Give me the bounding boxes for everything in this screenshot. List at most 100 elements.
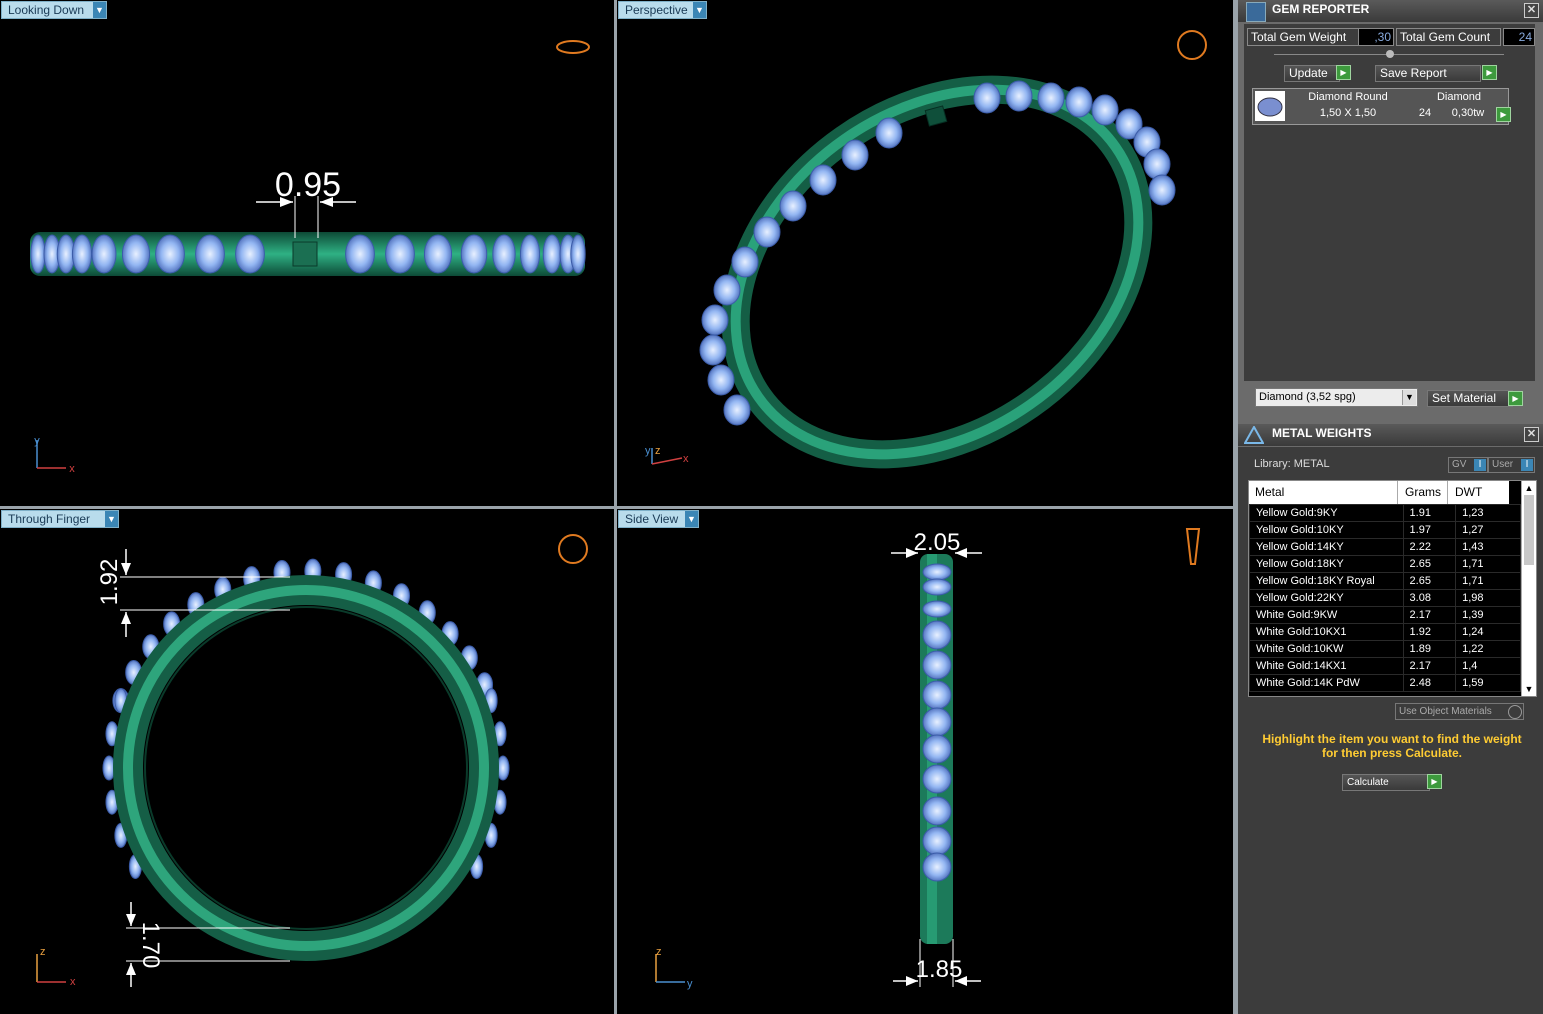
total-gem-weight-value: ,30	[1358, 28, 1394, 46]
play-icon[interactable]: ▶	[1482, 65, 1497, 80]
gem-stone	[701, 304, 729, 336]
update-button[interactable]: Update	[1284, 65, 1340, 82]
viewport-title-label: Perspective	[625, 3, 688, 17]
calculate-button[interactable]: Calculate	[1342, 774, 1430, 791]
table-row[interactable]: White Gold:10KW 1.89 1,22	[1249, 640, 1521, 658]
dwt-cell: 1,27	[1455, 521, 1521, 539]
metal-weights-header: METAL WEIGHTS ✕	[1238, 424, 1543, 446]
viewport-title[interactable]: Looking Down ▼	[1, 1, 107, 19]
use-object-materials-toggle[interactable]: Use Object Materials	[1395, 703, 1524, 720]
play-icon[interactable]: ▶	[1427, 774, 1442, 789]
dwt-cell: 1,39	[1455, 606, 1521, 624]
gem-stone	[699, 334, 727, 366]
table-row[interactable]: White Gold:10KX1 1.92 1,24	[1249, 623, 1521, 641]
table-row[interactable]: Yellow Gold:9KY 1.91 1,23	[1249, 504, 1521, 522]
gem-reporter-panel: Total Gem Weight ,30 Total Gem Count 24 …	[1244, 24, 1535, 381]
table-row[interactable]: Yellow Gold:14KY 2.22 1,43	[1249, 538, 1521, 556]
gem-stone	[731, 246, 759, 278]
metal-name-cell: Yellow Gold:10KY	[1249, 521, 1404, 539]
play-icon[interactable]: ▶	[1496, 107, 1511, 122]
chevron-down-icon[interactable]: ▼	[105, 511, 118, 527]
gem-size: 1,50 X 1,50	[1319, 107, 1377, 119]
total-gem-count-value: 24	[1503, 28, 1535, 46]
play-icon[interactable]: ▶	[1336, 65, 1351, 80]
gem-stone	[922, 764, 952, 794]
chevron-down-icon[interactable]: ▼	[93, 2, 106, 18]
chevron-down-icon[interactable]: ▼	[1402, 390, 1416, 405]
material-select[interactable]: Diamond (3,52 spg) ▼	[1255, 388, 1418, 407]
viewport-through-finger[interactable]: 1.92 1.70 z x Through Finger ▼	[0, 509, 614, 1014]
gem-row[interactable]: Diamond Round 1,50 X 1,50 Diamond 24 0,3…	[1252, 88, 1511, 125]
viewport-looking-down[interactable]: 0.95 y x Looking Down ▼	[0, 0, 614, 506]
scrollbar[interactable]: ▲ ▼	[1521, 481, 1536, 696]
close-icon[interactable]: ✕	[1524, 427, 1539, 442]
gem-stone	[423, 234, 453, 274]
column-header: DWT	[1455, 485, 1483, 499]
dwt-cell: 1,71	[1455, 572, 1521, 590]
gem-stone	[1091, 94, 1119, 126]
dimension-label: 1.70	[137, 922, 164, 969]
gem-stone	[809, 164, 837, 196]
chevron-up-icon[interactable]: ▲	[1522, 481, 1536, 495]
gem-reporter-icon	[1246, 2, 1266, 22]
gem-stone	[542, 234, 562, 274]
gem-stone	[91, 234, 117, 274]
grams-cell: 1.91	[1402, 504, 1457, 522]
slider-handle[interactable]	[1386, 50, 1394, 58]
table-row[interactable]: Yellow Gold:10KY 1.97 1,27	[1249, 521, 1521, 539]
viewport-title[interactable]: Perspective ▼	[618, 1, 707, 19]
metal-name-cell: Yellow Gold:22KY	[1249, 589, 1404, 607]
axis-x-label: x	[683, 453, 689, 465]
gem-stone	[1148, 174, 1176, 206]
set-material-button[interactable]: Set Material	[1427, 390, 1513, 407]
viewport-title-label: Looking Down	[8, 3, 85, 17]
gem-stone	[922, 563, 952, 581]
metal-name-cell: Yellow Gold:18KY	[1249, 555, 1404, 573]
gem-stone	[385, 234, 415, 274]
gv-label: GV	[1452, 459, 1467, 470]
gem-stone	[155, 234, 185, 274]
metal-name-cell: White Gold:10KW	[1249, 640, 1404, 658]
user-label: User	[1492, 459, 1514, 470]
material-select-value: Diamond (3,52 spg)	[1259, 391, 1356, 403]
viewport-title[interactable]: Side View ▼	[618, 510, 699, 528]
dwt-cell: 1,43	[1455, 538, 1521, 556]
axis-z-label: z	[655, 445, 661, 457]
chevron-down-icon[interactable]: ▼	[685, 511, 698, 527]
gem-reporter-header: GEM REPORTER ✕	[1238, 0, 1543, 22]
table-row[interactable]: Yellow Gold:18KY Royal 2.65 1,71	[1249, 572, 1521, 590]
play-icon[interactable]: ▶	[1508, 391, 1523, 406]
viewport-title[interactable]: Through Finger ▼	[1, 510, 119, 528]
table-row[interactable]: White Gold:14KX1 2.17 1,4	[1249, 657, 1521, 675]
user-toggle[interactable]: User I	[1488, 457, 1535, 473]
table-row[interactable]: Yellow Gold:18KY 2.65 1,71	[1249, 555, 1521, 573]
dwt-cell: 1,23	[1455, 504, 1521, 522]
axis-x-label: x	[70, 976, 76, 988]
scrollbar-thumb[interactable]	[1524, 495, 1534, 565]
grams-cell: 2.65	[1402, 572, 1457, 590]
table-row[interactable]: White Gold:14K PdW 2.48 1,59	[1249, 674, 1521, 692]
chevron-down-icon[interactable]: ▼	[693, 2, 706, 18]
total-gem-weight-label: Total Gem Weight	[1247, 28, 1360, 46]
metal-weights-panel: Library: METAL GV I User I Metal Grams DWT…	[1238, 447, 1543, 1014]
gem-material: Diamond	[1436, 91, 1482, 103]
ring-orientation-icon	[1177, 30, 1207, 60]
chevron-down-icon[interactable]: ▼	[1522, 682, 1536, 696]
total-gem-count-label: Total Gem Count	[1396, 28, 1501, 46]
save-report-button[interactable]: Save Report	[1375, 65, 1481, 82]
table-row[interactable]: White Gold:9KW 2.17 1,39	[1249, 606, 1521, 624]
axis-y-label: y	[687, 978, 693, 990]
gem-stone	[922, 852, 952, 882]
viewport-perspective[interactable]: y z x Perspective ▼	[617, 0, 1233, 506]
close-icon[interactable]: ✕	[1524, 3, 1539, 18]
viewport-side-view[interactable]: 2.05 1.85 z y Side View ▼	[617, 509, 1233, 1014]
gv-toggle[interactable]: GV I	[1448, 457, 1488, 473]
dimension-label: 0.95	[275, 166, 341, 204]
set-material-label: Set Material	[1432, 391, 1497, 405]
table-row[interactable]: Yellow Gold:22KY 3.08 1,98	[1249, 589, 1521, 607]
ring-orientation-icon	[556, 40, 590, 54]
radio-icon[interactable]	[1508, 705, 1522, 719]
grams-cell: 2.17	[1402, 606, 1457, 624]
gem-stone	[922, 707, 952, 737]
info-icon: I	[1521, 459, 1533, 471]
